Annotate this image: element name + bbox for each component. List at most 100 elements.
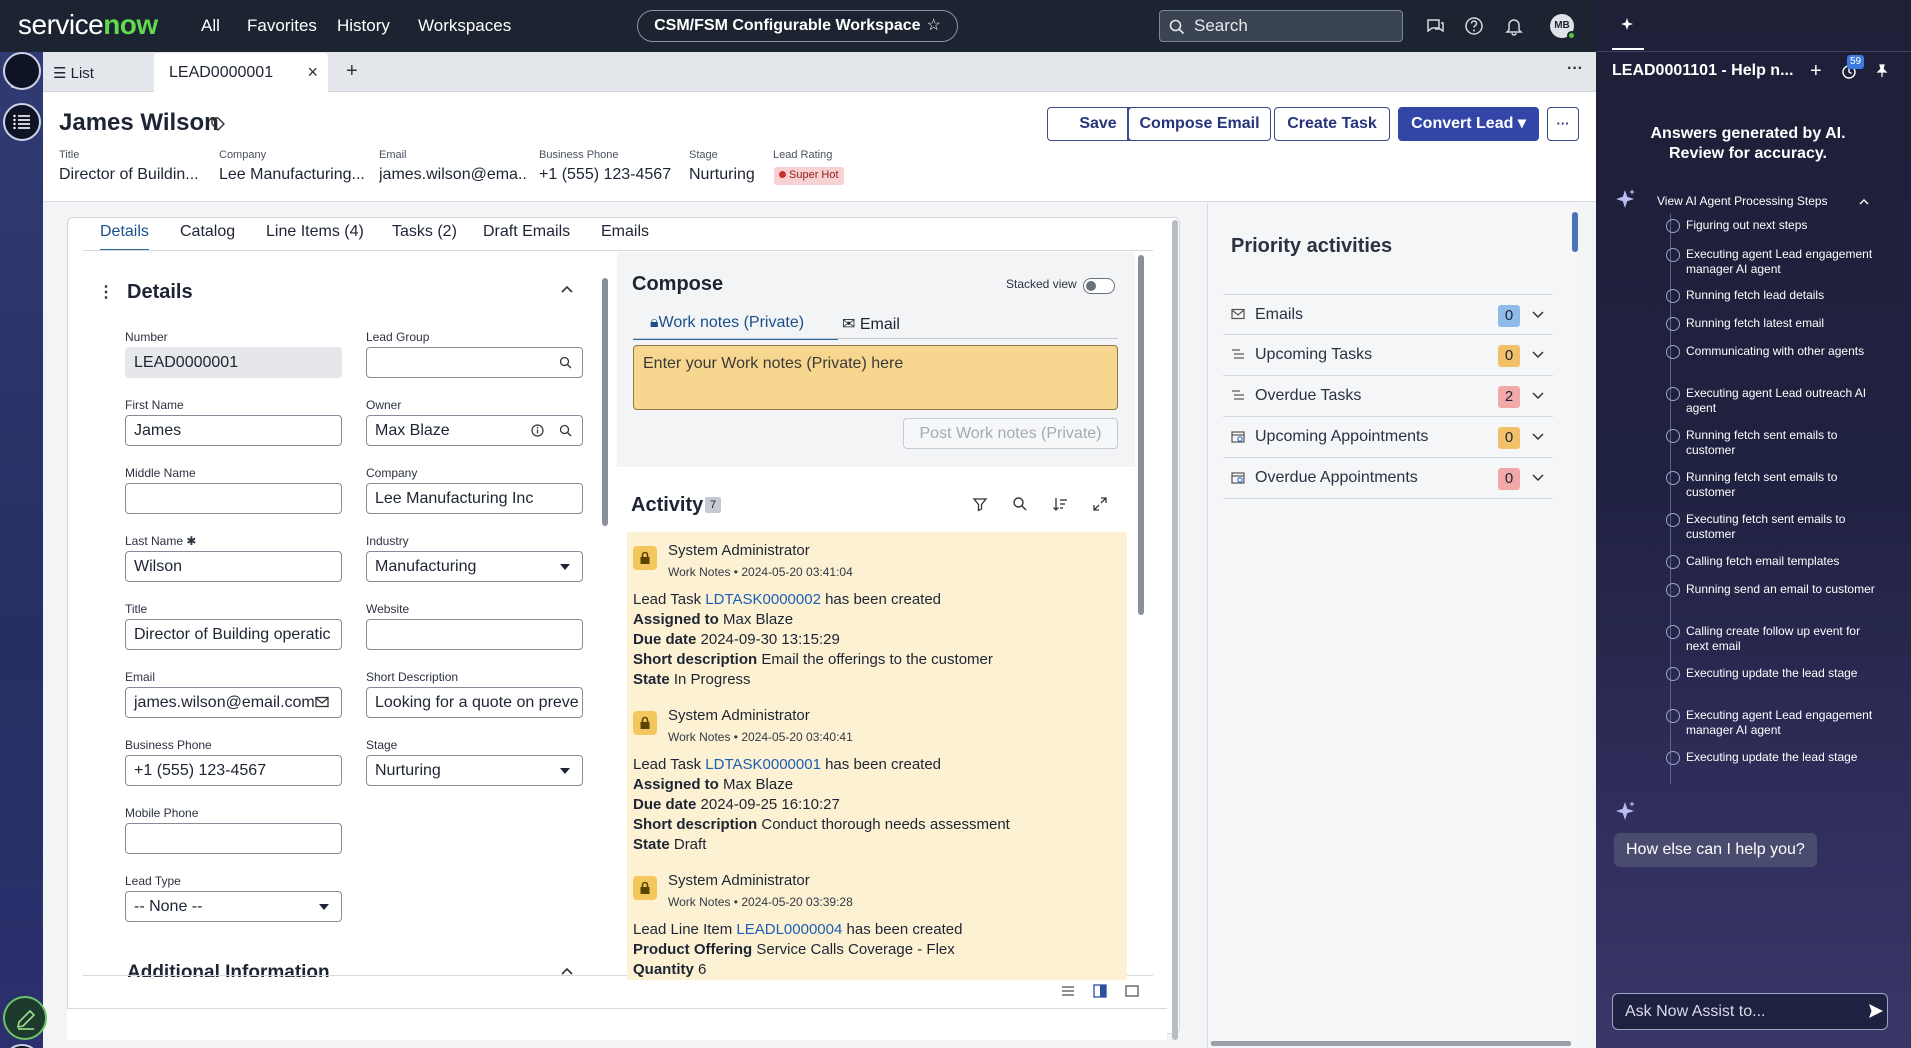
layout-list-icon[interactable]: [1061, 984, 1075, 998]
processing-step: Calling fetch email templates: [1666, 554, 1886, 569]
star-icon[interactable]: ☆: [927, 11, 941, 41]
sort-icon[interactable]: [1052, 496, 1068, 512]
processing-steps-toggle[interactable]: View AI Agent Processing Steps: [1657, 194, 1828, 208]
tab-details[interactable]: Details: [100, 223, 149, 251]
processing-step: Running send an email to customer: [1666, 582, 1886, 597]
stage-select[interactable]: Nurturing: [366, 755, 583, 786]
ask-now-assist-input[interactable]: Ask Now Assist to...: [1612, 993, 1888, 1030]
bell-icon[interactable]: [1503, 15, 1525, 37]
email-field[interactable]: james.wilson@email.com: [125, 687, 342, 718]
search-icon[interactable]: [1012, 496, 1028, 512]
convert-lead-button[interactable]: Convert Lead ▾: [1398, 107, 1539, 141]
tab-lead[interactable]: LEAD0000001 ×: [154, 53, 328, 92]
panel-edge-tab[interactable]: [1572, 212, 1578, 252]
mail-icon[interactable]: [315, 696, 329, 708]
processing-step: Executing agent Lead outreach AI agent: [1666, 386, 1886, 416]
chevron-down-icon[interactable]: [1531, 350, 1545, 360]
website-field[interactable]: [366, 619, 583, 650]
list-tab[interactable]: ☰ List: [53, 64, 94, 82]
section-menu-icon[interactable]: ⋮: [98, 282, 114, 302]
expand-icon[interactable]: [1092, 496, 1108, 512]
priority-row-emails[interactable]: Emails 0: [1223, 294, 1553, 335]
post-work-notes-button[interactable]: Post Work notes (Private): [903, 418, 1118, 449]
rail-edit-button[interactable]: [3, 1044, 41, 1048]
company-field[interactable]: Lee Manufacturing Inc: [366, 483, 583, 514]
global-search-input[interactable]: Search: [1159, 10, 1403, 42]
chevron-down-icon[interactable]: [1531, 473, 1545, 483]
search-icon[interactable]: [559, 424, 572, 437]
short-description-field[interactable]: Looking for a quote on preve: [366, 687, 583, 718]
more-actions-button[interactable]: ···: [1547, 107, 1579, 141]
compose-email-button[interactable]: Compose Email: [1128, 107, 1271, 141]
send-icon[interactable]: [1867, 1002, 1885, 1020]
search-icon[interactable]: [559, 356, 572, 369]
business-phone-field[interactable]: +1 (555) 123-4567: [125, 755, 342, 786]
chevron-down-icon[interactable]: [1531, 310, 1545, 320]
activity-author: System Administrator: [668, 872, 810, 889]
pin-icon[interactable]: [1875, 64, 1889, 78]
tab-line-items[interactable]: Line Items (4): [266, 223, 364, 241]
rail-list-button[interactable]: [3, 52, 41, 90]
tab-tasks[interactable]: Tasks (2): [392, 223, 457, 241]
tab-catalog[interactable]: Catalog: [180, 223, 235, 241]
last-name-field[interactable]: Wilson: [125, 551, 342, 582]
details-scrollbar[interactable]: [602, 278, 608, 526]
filter-icon[interactable]: [972, 496, 988, 512]
chat-icon[interactable]: [1424, 15, 1446, 37]
tab-draft-emails[interactable]: Draft Emails: [483, 223, 570, 241]
industry-select[interactable]: Manufacturing: [366, 551, 583, 582]
compose-fab[interactable]: [3, 996, 47, 1040]
tag-icon[interactable]: [210, 116, 226, 132]
lead-type-select[interactable]: -- None --: [125, 891, 342, 922]
chevron-down-icon[interactable]: [1531, 432, 1545, 442]
servicenow-logo[interactable]: servicenow: [18, 9, 158, 41]
list-menu-button[interactable]: [3, 103, 41, 141]
mobile-phone-field[interactable]: [125, 823, 342, 854]
mobile-phone-label: Mobile Phone: [125, 806, 199, 820]
first-name-field[interactable]: James: [125, 415, 342, 446]
work-notes-input[interactable]: Enter your Work notes (Private) here: [633, 345, 1118, 410]
number-field: LEAD0000001: [125, 347, 342, 378]
card-scrollbar[interactable]: [1172, 220, 1178, 1040]
tab-work-notes[interactable]: 🔒︎Work notes (Private): [650, 314, 804, 332]
title-field[interactable]: Director of Building operatic: [125, 619, 342, 650]
chevron-up-icon[interactable]: [1858, 198, 1870, 206]
priority-row-upcoming-appointments[interactable]: Upcoming Appointments 0: [1223, 417, 1553, 458]
tab-overflow-icon[interactable]: ···: [1567, 60, 1583, 78]
user-avatar[interactable]: MB: [1550, 14, 1576, 40]
step-check-icon: [1666, 219, 1680, 233]
task-link[interactable]: LDTASK0000002: [705, 591, 821, 608]
lead-group-field[interactable]: [366, 347, 583, 378]
workspace-selector[interactable]: CSM/FSM Configurable Workspace ☆: [637, 10, 958, 42]
create-task-button[interactable]: Create Task: [1274, 107, 1390, 141]
owner-field[interactable]: Max Blaze: [366, 415, 583, 446]
stacked-view-toggle[interactable]: [1083, 278, 1115, 294]
tab-emails[interactable]: Emails: [601, 223, 649, 241]
chevron-down-icon[interactable]: [1531, 391, 1545, 401]
close-tab-icon[interactable]: ×: [307, 62, 318, 83]
new-chat-icon[interactable]: +: [1810, 60, 1822, 83]
help-icon[interactable]: [1463, 15, 1485, 37]
info-icon[interactable]: [531, 424, 544, 437]
ai-disclaimer: Answers generated by AI. Review for accu…: [1650, 125, 1846, 162]
add-tab-button[interactable]: +: [346, 60, 358, 83]
priority-row-upcoming-tasks[interactable]: Upcoming Tasks 0: [1223, 335, 1553, 376]
priority-row-overdue-appointments[interactable]: Overdue Appointments 0: [1223, 458, 1553, 499]
layout-split-icon[interactable]: [1093, 984, 1107, 998]
chevron-up-icon[interactable]: [560, 284, 574, 294]
middle-name-field[interactable]: [125, 483, 342, 514]
processing-step: Figuring out next steps: [1666, 218, 1886, 233]
tab-email[interactable]: ✉ Email: [842, 314, 900, 334]
nav-history[interactable]: History: [337, 16, 390, 36]
layout-single-icon[interactable]: [1125, 984, 1139, 998]
nav-workspaces[interactable]: Workspaces: [418, 16, 511, 36]
processing-step: Executing update the lead stage: [1666, 666, 1886, 681]
compose-scrollbar[interactable]: [1138, 255, 1144, 615]
priority-row-overdue-tasks[interactable]: Overdue Tasks 2: [1223, 376, 1553, 417]
nav-all[interactable]: All: [201, 16, 220, 36]
task-link[interactable]: LDTASK0000001: [705, 756, 821, 773]
sparkle-icon[interactable]: [1620, 17, 1634, 31]
nav-favorites[interactable]: Favorites: [247, 16, 317, 36]
priority-hscrollbar[interactable]: [1211, 1041, 1571, 1046]
line-item-link[interactable]: LEADL0000004: [736, 921, 842, 938]
